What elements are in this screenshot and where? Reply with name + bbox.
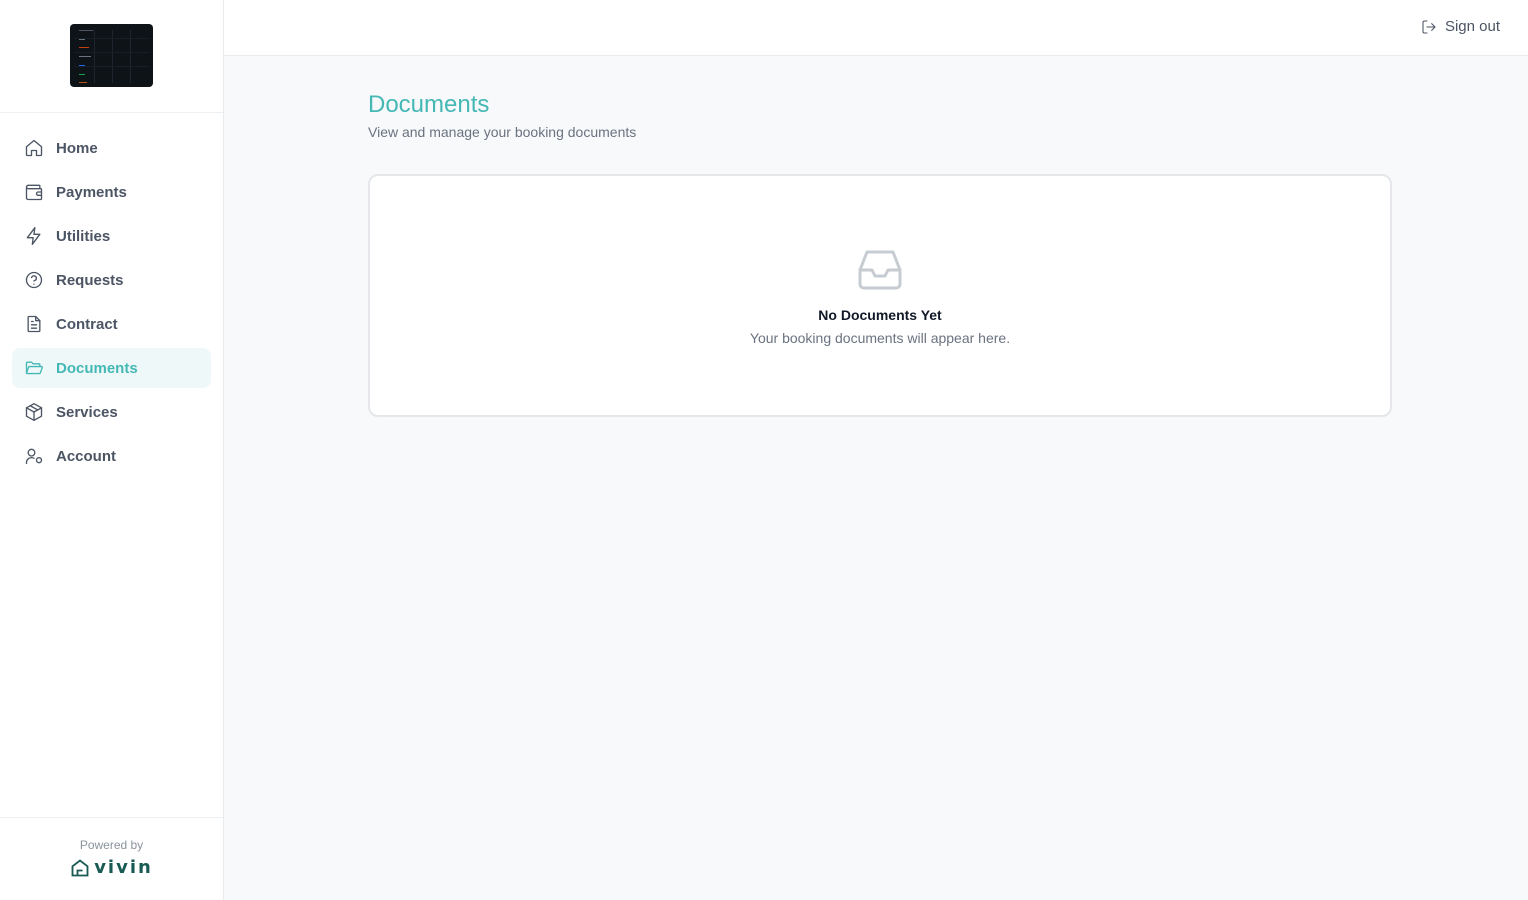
sign-out-label: Sign out <box>1444 17 1500 35</box>
powered-by-label: Powered by <box>79 838 144 852</box>
logo-area <box>0 0 223 113</box>
sidebar-item-home[interactable]: Home <box>12 128 211 168</box>
topbar: Sign out <box>224 0 1528 56</box>
sidebar-item-account[interactable]: Account <box>12 436 211 476</box>
brand-house-icon <box>71 858 89 876</box>
user-settings-icon <box>24 446 44 466</box>
wallet-icon <box>24 182 44 202</box>
sidebar-item-label: Requests <box>56 271 124 289</box>
sidebar-item-contract[interactable]: Contract <box>12 304 211 344</box>
logo[interactable] <box>70 24 153 87</box>
sidebar-item-label: Contract <box>56 315 118 333</box>
page-subtitle: View and manage your booking documents <box>368 124 637 140</box>
sidebar-item-payments[interactable]: Payments <box>12 172 211 212</box>
powered-by: Powered by vivin <box>0 817 223 900</box>
sidebar-item-label: Services <box>56 403 118 421</box>
sidebar: Home Payments Utilities Requests Contrac… <box>0 0 224 900</box>
brand-logo: vivin <box>0 857 223 878</box>
document-icon <box>24 314 44 334</box>
sidebar-item-label: Account <box>56 447 116 465</box>
brand-name: vivin <box>94 857 153 878</box>
inbox-icon <box>370 176 1390 290</box>
home-icon <box>24 138 44 158</box>
sidebar-item-label: Documents <box>56 359 138 377</box>
folder-open-icon <box>24 358 44 378</box>
sidebar-item-documents[interactable]: Documents <box>12 348 211 388</box>
sidebar-nav: Home Payments Utilities Requests Contrac… <box>0 113 223 476</box>
sidebar-item-utilities[interactable]: Utilities <box>12 216 211 256</box>
sidebar-item-label: Utilities <box>56 227 111 245</box>
sidebar-item-services[interactable]: Services <box>12 392 211 432</box>
sidebar-item-label: Payments <box>56 183 127 201</box>
empty-state-title: No Documents Yet <box>818 307 942 323</box>
sidebar-item-label: Home <box>56 139 98 157</box>
main-content: Documents View and manage your booking d… <box>368 90 1392 417</box>
lightning-icon <box>24 226 44 246</box>
page-title: Documents <box>368 91 490 118</box>
sign-out-icon <box>1422 20 1436 34</box>
sidebar-item-requests[interactable]: Requests <box>12 260 211 300</box>
documents-empty-card: No Documents Yet Your booking documents … <box>368 174 1392 417</box>
sign-out-button[interactable]: Sign out <box>1421 17 1500 35</box>
question-circle-icon <box>24 270 44 290</box>
package-icon <box>24 402 44 422</box>
empty-state-message: Your booking documents will appear here. <box>749 330 1011 346</box>
